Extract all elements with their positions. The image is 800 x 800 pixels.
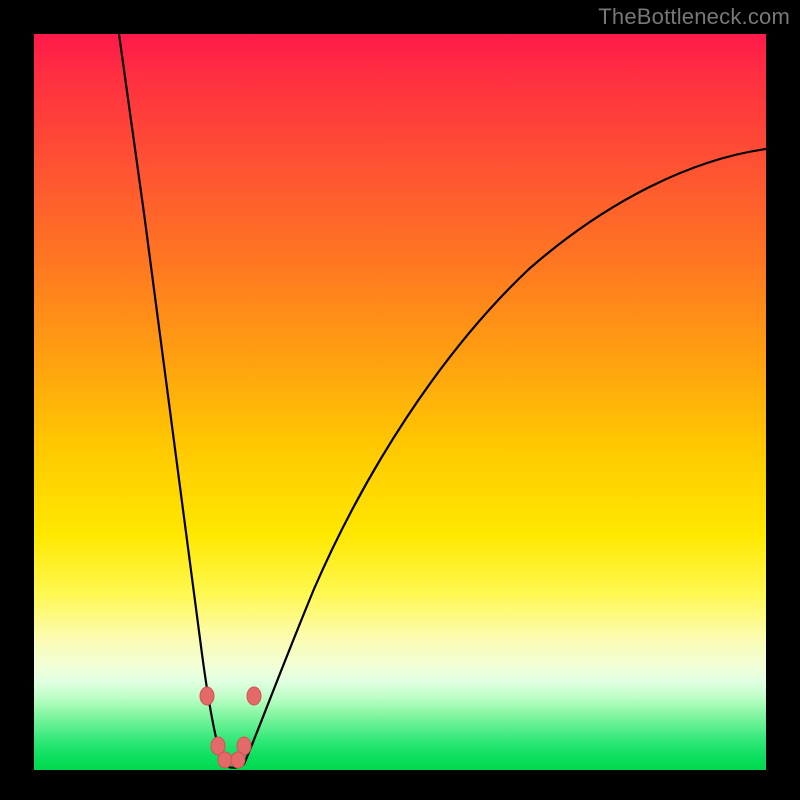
curve-layer	[34, 34, 766, 770]
plot-area	[34, 34, 766, 770]
valley-markers	[200, 687, 261, 768]
marker-dot	[237, 737, 251, 755]
watermark-text: TheBottleneck.com	[598, 4, 790, 30]
marker-dot	[247, 687, 261, 705]
chart-frame: TheBottleneck.com	[0, 0, 800, 800]
marker-dot	[200, 687, 214, 705]
marker-dot	[211, 737, 225, 755]
bottleneck-curve	[119, 34, 766, 768]
marker-dot	[218, 752, 232, 768]
marker-dot	[231, 752, 245, 768]
